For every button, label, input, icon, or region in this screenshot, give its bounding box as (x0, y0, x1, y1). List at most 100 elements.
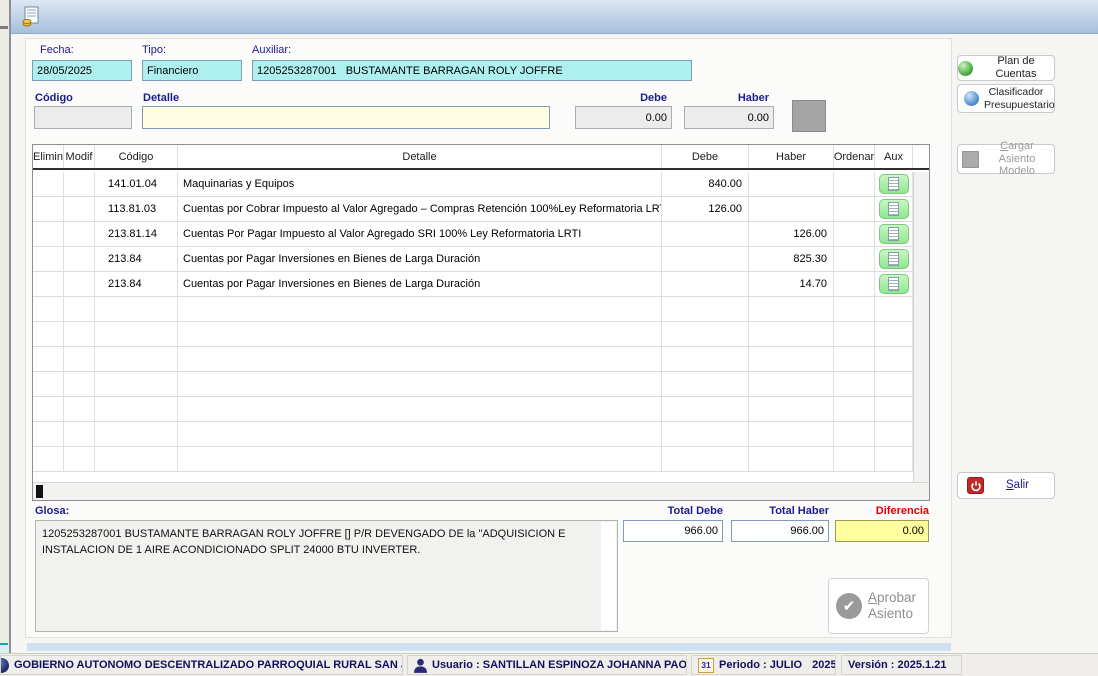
haber-input[interactable] (684, 106, 774, 129)
cell: 213.81.14 (95, 222, 178, 246)
table-row[interactable] (33, 297, 913, 322)
total-debe-input[interactable] (623, 520, 723, 542)
cell (875, 447, 913, 471)
table-row[interactable]: 113.81.03Cuentas por Cobrar Impuesto al … (33, 197, 913, 222)
total-debe-label: Total Debe (623, 505, 723, 517)
diferencia-input[interactable] (835, 520, 929, 542)
cell (64, 297, 95, 321)
status-periodo: 31 Periodo : JULIO 2025 (691, 655, 836, 675)
cargar-asiento-modelo-button[interactable]: Cargar Asiento Modelo (957, 144, 1055, 174)
column-header[interactable]: Aux (875, 145, 913, 168)
table-row[interactable] (33, 397, 913, 422)
total-haber-input[interactable] (731, 520, 829, 542)
column-header[interactable]: Debe (662, 145, 749, 168)
periodo-text: Periodo : JULIO (719, 659, 802, 671)
cell (662, 347, 749, 371)
salir-button[interactable]: Salir (957, 472, 1055, 499)
horizontal-scrollbar[interactable] (33, 482, 929, 500)
vertical-scrollbar[interactable] (913, 172, 929, 482)
aux-document-button[interactable] (879, 199, 909, 219)
status-entity: GOBIERNO AUTONOMO DESCENTRALIZADO PARROQ… (0, 655, 403, 675)
plan-de-cuentas-button[interactable]: Plan de Cuentas (957, 55, 1055, 81)
cell (33, 347, 64, 371)
fecha-label: Fecha: (40, 44, 74, 56)
table-row[interactable]: 213.81.14Cuentas Por Pagar Impuesto al V… (33, 222, 913, 247)
add-line-button[interactable] (792, 100, 826, 132)
cell (834, 247, 875, 271)
diferencia-label: Diferencia (835, 505, 929, 517)
status-version: Versión : 2025.1.21 (841, 655, 962, 675)
journal-entry-icon[interactable] (20, 6, 42, 28)
column-header[interactable]: Código (95, 145, 178, 168)
cell (662, 422, 749, 446)
grid-header-row: EliminModifCódigoDetalleDebeHaberOrdenar… (33, 145, 929, 170)
cell (64, 347, 95, 371)
power-icon (967, 477, 984, 494)
aux-document-button[interactable] (879, 274, 909, 294)
horizontal-scrollbar-thumb[interactable] (36, 485, 43, 498)
tipo-input[interactable] (142, 60, 242, 81)
gray-square-icon (962, 151, 979, 168)
entity-text: GOBIERNO AUTONOMO DESCENTRALIZADO PARROQ… (14, 659, 403, 671)
table-row[interactable] (33, 347, 913, 372)
document-icon (888, 227, 899, 241)
cell (834, 197, 875, 221)
aux-document-button[interactable] (879, 249, 909, 269)
table-row[interactable] (33, 322, 913, 347)
cell (64, 247, 95, 271)
green-sphere-icon (958, 61, 973, 76)
cell (662, 247, 749, 271)
cell: Cuentas Por Pagar Impuesto al Valor Agre… (178, 222, 662, 246)
cell (95, 397, 178, 421)
table-row[interactable]: 141.01.04Maquinarias y Equipos840.00 (33, 172, 913, 197)
cell: 213.84 (95, 247, 178, 271)
cell (834, 397, 875, 421)
column-header[interactable]: Elimin (33, 145, 64, 168)
cell (64, 172, 95, 196)
glosa-box[interactable]: 1205253287001 BUSTAMANTE BARRAGAN ROLY J… (35, 520, 618, 632)
table-row[interactable]: 213.84Cuentas por Pagar Inversiones en B… (33, 272, 913, 297)
cell: 141.01.04 (95, 172, 178, 196)
cell (875, 172, 913, 196)
cell (178, 322, 662, 346)
cell (33, 397, 64, 421)
aux-document-button[interactable] (879, 174, 909, 194)
cell (834, 172, 875, 196)
table-row[interactable]: 213.84Cuentas por Pagar Inversiones en B… (33, 247, 913, 272)
glosa-scrollbar[interactable] (601, 522, 616, 630)
auxiliar-input[interactable] (252, 60, 692, 81)
cell (875, 222, 913, 246)
cell (33, 322, 64, 346)
table-row[interactable] (33, 422, 913, 447)
detalle-input[interactable] (142, 106, 550, 129)
cell: 825.30 (749, 247, 834, 271)
cell (178, 397, 662, 421)
fecha-input[interactable] (32, 60, 132, 81)
codigo-input[interactable] (34, 106, 132, 129)
haber-label: Haber (684, 92, 769, 104)
table-row[interactable] (33, 447, 913, 472)
aprobar-label: Aprobar Asiento (868, 590, 924, 622)
debe-input[interactable] (575, 106, 672, 129)
cell (64, 422, 95, 446)
cell (875, 422, 913, 446)
column-header[interactable]: Ordenar (834, 145, 875, 168)
codigo-label: Código (35, 92, 73, 104)
aprobar-asiento-button[interactable]: ✔ Aprobar Asiento (828, 578, 929, 634)
background-fragment-cyan (0, 643, 8, 652)
cell (662, 222, 749, 246)
cell (64, 372, 95, 396)
cell (749, 172, 834, 196)
column-header[interactable]: Modif (64, 145, 95, 168)
debe-label: Debe (575, 92, 667, 104)
periodo-year: 2025 (812, 659, 836, 671)
salir-label: Salir (1006, 479, 1029, 492)
column-header[interactable]: Detalle (178, 145, 662, 168)
auxiliar-label: Auxiliar: (252, 44, 291, 56)
cell (95, 322, 178, 346)
user-icon (414, 658, 427, 673)
table-row[interactable] (33, 372, 913, 397)
column-header[interactable]: Haber (749, 145, 834, 168)
aux-document-button[interactable] (879, 224, 909, 244)
clasificador-presupuestario-button[interactable]: Clasificador Presupuestario (957, 84, 1055, 113)
